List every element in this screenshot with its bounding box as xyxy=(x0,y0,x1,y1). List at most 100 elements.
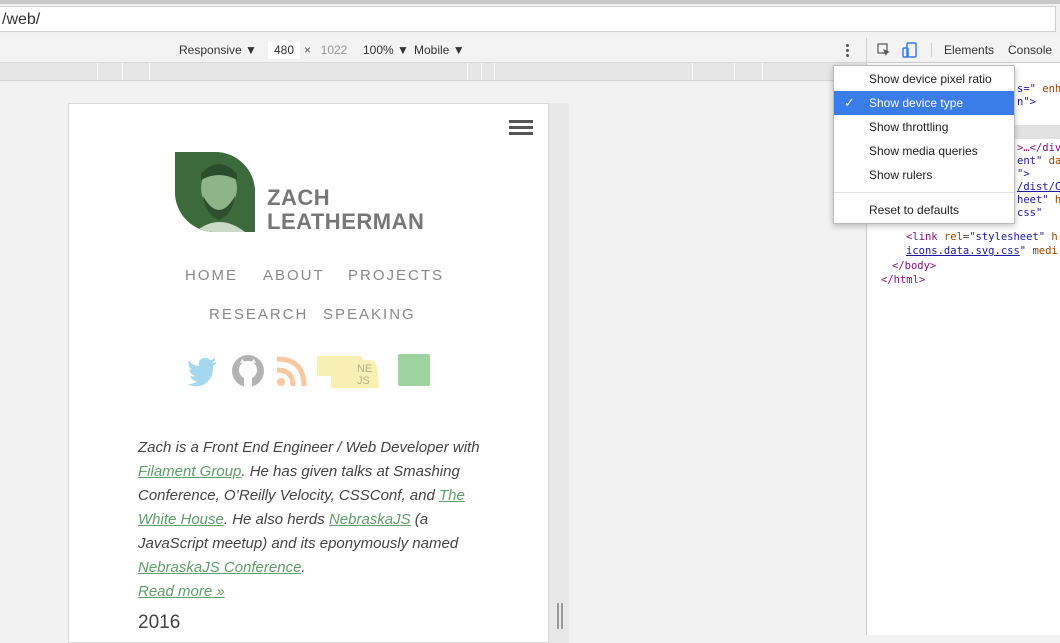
toolbar-divider xyxy=(931,43,932,57)
dom-line: </html> xyxy=(881,274,925,286)
github-icon[interactable] xyxy=(231,354,265,388)
menu-item-show-device-type[interactable]: ✓ Show device type xyxy=(834,91,1014,115)
tab-elements[interactable]: Elements xyxy=(944,43,994,57)
dom-attr-value: n"> xyxy=(1017,96,1036,108)
bio-text: . xyxy=(301,559,306,576)
nav-research[interactable]: RESEARCH xyxy=(209,306,308,323)
green-square-icon[interactable] xyxy=(398,354,430,386)
link-nebraskajs-conference[interactable]: NebraskaJS Conference xyxy=(138,559,301,576)
link-nebraskajs[interactable]: NebraskaJS xyxy=(329,511,411,528)
dom-attr-value: ent" xyxy=(1017,155,1043,167)
media-query-bar[interactable] xyxy=(0,63,866,81)
dom-line: ent" dat xyxy=(1017,155,1060,167)
mobile-page: ZACH LEATHERMAN HOME ABOUT PROJECTS RESE… xyxy=(68,103,549,643)
link-read-more[interactable]: Read more » xyxy=(138,583,225,600)
menu-item-label: Show rulers xyxy=(869,168,933,182)
twitter-icon[interactable] xyxy=(187,354,219,388)
device-select[interactable]: Responsive ▼ xyxy=(179,43,257,57)
tab-console[interactable]: Console xyxy=(1008,43,1052,57)
menu-icon[interactable] xyxy=(509,120,533,136)
dom-line: css" xyxy=(1017,207,1042,219)
dom-attr-value: css" xyxy=(1017,207,1043,219)
url-text: /web/ xyxy=(2,11,41,28)
zoom-select-label: 100% xyxy=(363,43,394,57)
menu-item-label: Show device pixel ratio xyxy=(869,72,992,86)
dom-tag: </html> xyxy=(881,274,926,286)
dom-attr-name: h xyxy=(1045,231,1058,243)
device-toolbar-toggle-icon[interactable] xyxy=(902,42,918,58)
nav-projects[interactable]: PROJECTS xyxy=(348,267,444,284)
dom-attr-name: h xyxy=(1048,194,1060,206)
width-input[interactable]: 480 xyxy=(268,41,300,59)
dom-tag: >…</div xyxy=(1017,142,1060,154)
dom-attr-value: "> xyxy=(1017,168,1030,180)
dom-attr-name: medi xyxy=(1026,245,1058,257)
caret-down-icon: ▼ xyxy=(397,43,409,57)
dom-line: icons.data.svg.css" medi xyxy=(906,245,1058,257)
address-bar: /web/ xyxy=(0,0,1060,38)
menu-item-label: Show throttling xyxy=(869,120,949,134)
menu-item-show-device-pixel-ratio[interactable]: Show device pixel ratio xyxy=(834,67,1014,91)
mode-select[interactable]: Mobile ▼ xyxy=(414,43,465,57)
device-toolbar: Responsive ▼ 480 × 1022 100% ▼ Mobile ▼ xyxy=(0,38,866,63)
menu-item-reset-to-defaults[interactable]: Reset to defaults xyxy=(834,198,1014,222)
nejs-text-js: JS xyxy=(357,375,370,387)
nav-about[interactable]: ABOUT xyxy=(263,267,325,284)
dom-attr-value: s=" xyxy=(1017,83,1036,95)
dom-line: >…</div xyxy=(1017,142,1060,154)
avatar xyxy=(175,152,255,232)
url-field[interactable]: /web/ xyxy=(0,6,1056,32)
site-title-line1: ZACH xyxy=(267,185,331,210)
site-title-line2: LEATHERMAN xyxy=(267,209,425,234)
menu-item-label: Reset to defaults xyxy=(869,203,960,217)
rss-icon[interactable] xyxy=(275,354,309,388)
nejs-text-ne: NE xyxy=(357,363,372,375)
mode-select-label: Mobile xyxy=(414,43,450,57)
menu-item-label: Show device type xyxy=(869,96,964,110)
avatar-portrait xyxy=(175,152,255,232)
more-options-icon[interactable] xyxy=(844,43,850,59)
caret-down-icon: ▼ xyxy=(245,43,257,57)
dom-line: n"> xyxy=(1017,96,1036,108)
height-input[interactable]: 1022 xyxy=(315,41,353,59)
section-year: 2016 xyxy=(138,612,181,633)
dom-line: heet" h xyxy=(1017,194,1060,206)
link-filament-group[interactable]: Filament Group xyxy=(138,463,241,480)
menu-item-label: Show media queries xyxy=(869,144,978,158)
menu-item-show-rulers[interactable]: Show rulers xyxy=(834,163,1014,187)
nav-speaking[interactable]: SPEAKING xyxy=(323,306,416,323)
inspect-element-icon[interactable] xyxy=(877,43,891,57)
dom-tag: <link xyxy=(906,231,938,243)
dom-link[interactable]: icons.data.svg.css xyxy=(906,245,1020,257)
menu-separator xyxy=(834,192,1014,193)
caret-down-icon: ▼ xyxy=(452,43,465,57)
bio-text: . He also herds xyxy=(223,511,329,528)
devtools-tabbar: Elements Console xyxy=(867,38,1060,63)
device-select-label: Responsive xyxy=(179,43,242,57)
bio-paragraph: Zach is a Front End Engineer / Web Devel… xyxy=(138,436,498,604)
nebraskajs-icon[interactable]: NE JS xyxy=(317,354,387,388)
dom-link[interactable]: /dist/C xyxy=(1017,181,1060,193)
device-toolbar-options-menu: Show device pixel ratio ✓ Show device typ… xyxy=(833,65,1015,224)
site-title[interactable]: ZACH LEATHERMAN xyxy=(267,186,424,234)
zoom-select[interactable]: 100% ▼ xyxy=(363,43,409,57)
dom-attr-name: dat xyxy=(1048,155,1060,167)
dom-attr-value: heet" xyxy=(1017,194,1049,206)
nav-home[interactable]: HOME xyxy=(185,267,238,284)
device-viewport: ZACH LEATHERMAN HOME ABOUT PROJECTS RESE… xyxy=(0,81,866,643)
dom-attr-name: enha xyxy=(1042,83,1060,95)
resize-handle[interactable] xyxy=(557,603,563,629)
dom-line: /dist/C xyxy=(1017,181,1060,193)
bio-text: Zach is a Front End Engineer / Web Devel… xyxy=(138,439,480,456)
dom-attr-value: "stylesheet" xyxy=(969,231,1046,243)
window-top-border xyxy=(0,0,1060,4)
dom-tag: </body> xyxy=(892,260,937,272)
dom-attr-name: rel xyxy=(943,231,963,243)
dom-line: </body> xyxy=(892,260,936,272)
viewport-resize-gutter xyxy=(549,103,569,643)
dimension-separator: × xyxy=(304,43,312,57)
menu-item-show-media-queries[interactable]: Show media queries xyxy=(834,139,1014,163)
dom-line: "> xyxy=(1017,168,1030,180)
dom-line: <link rel="stylesheet" h xyxy=(906,231,1058,243)
menu-item-show-throttling[interactable]: Show throttling xyxy=(834,115,1014,139)
